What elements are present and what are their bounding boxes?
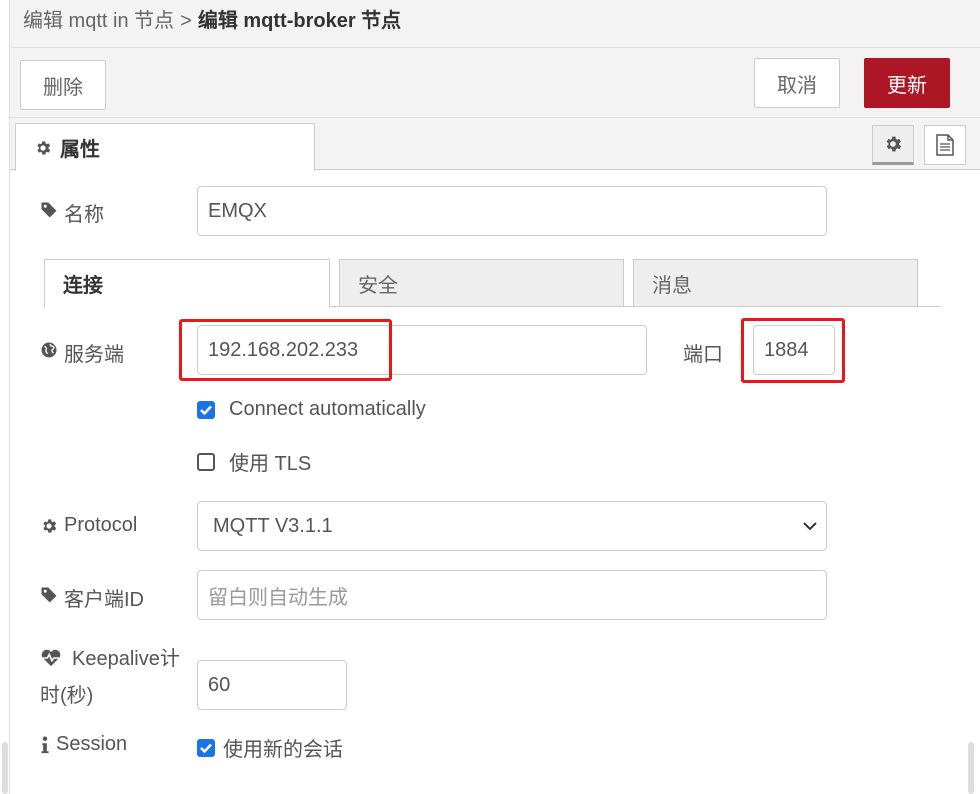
globe-icon [41, 342, 57, 358]
keepalive-input[interactable]: 60 [197, 660, 347, 710]
server-highlight-box [179, 319, 392, 381]
checkmark-icon [200, 743, 212, 753]
tls-checkbox[interactable] [197, 452, 215, 471]
tls-option[interactable]: 使用 TLS [197, 447, 311, 476]
chevron-down-icon [803, 522, 817, 531]
tab-bar: 属性 [10, 118, 980, 171]
cancel-button[interactable]: 取消 [754, 58, 840, 108]
subtab-messages[interactable]: 消息 [633, 259, 918, 307]
breadcrumb-separator: > [180, 10, 192, 32]
session-option[interactable]: 使用新的会话 [197, 733, 343, 762]
client-id-input[interactable]: 留白则自动生成 [197, 570, 827, 620]
document-icon [936, 134, 954, 156]
tab-properties[interactable]: 属性 [15, 123, 315, 171]
delete-button[interactable]: 删除 [20, 60, 106, 110]
protocol-select[interactable]: MQTT V3.1.1 [197, 501, 827, 551]
name-label: 名称 [40, 198, 104, 227]
tls-label: 使用 TLS [229, 453, 312, 475]
left-edge [0, 0, 10, 794]
subtab-connection[interactable]: 连接 [44, 259, 330, 308]
port-highlight-box [741, 318, 845, 383]
info-icon [41, 736, 49, 754]
heartbeat-icon [41, 649, 61, 667]
scrollbar[interactable] [968, 742, 974, 794]
tag-icon [41, 587, 57, 603]
name-input[interactable]: EMQX [197, 186, 827, 236]
client-id-label: 客户端ID [40, 583, 144, 612]
breadcrumb-current: 编辑 mqtt-broker 节点 [197, 10, 402, 32]
port-label: 端口 [683, 344, 723, 366]
gear-icon [43, 519, 57, 533]
connection-subtabs: 连接 安全 消息 [44, 259, 941, 308]
properties-panel: 名称 EMQX 连接 安全 消息 服务端 192.168.202.233 端口 … [10, 170, 968, 794]
breadcrumb: 编辑 mqtt in 节点 > 编辑 mqtt-broker 节点 [10, 0, 980, 48]
auto-connect-option[interactable]: Connect automatically [197, 398, 426, 421]
protocol-selected-value: MQTT V3.1.1 [213, 514, 333, 537]
checkmark-icon [200, 405, 212, 415]
left-scrollbar[interactable] [2, 742, 8, 794]
gear-icon [886, 136, 902, 152]
tag-icon [41, 202, 57, 218]
toolbar: 删除 取消 更新 [10, 48, 980, 118]
subtab-security[interactable]: 安全 [339, 259, 624, 307]
update-button[interactable]: 更新 [864, 58, 950, 108]
auto-connect-checkbox[interactable] [197, 400, 215, 419]
session-label: Session [40, 733, 127, 756]
keepalive-label: Keepalive计 时(秒) [40, 648, 180, 707]
protocol-label: Protocol [40, 514, 137, 537]
description-icon-button[interactable] [924, 125, 966, 165]
gear-icon [37, 140, 51, 155]
auto-connect-label: Connect automatically [229, 398, 426, 420]
session-checkbox-label: 使用新的会话 [223, 739, 343, 761]
tab-properties-label: 属性 [60, 139, 100, 161]
settings-icon-button[interactable] [872, 125, 914, 165]
breadcrumb-parent[interactable]: 编辑 mqtt in 节点 [23, 10, 174, 32]
session-checkbox[interactable] [197, 738, 215, 757]
server-label: 服务端 [40, 338, 124, 367]
